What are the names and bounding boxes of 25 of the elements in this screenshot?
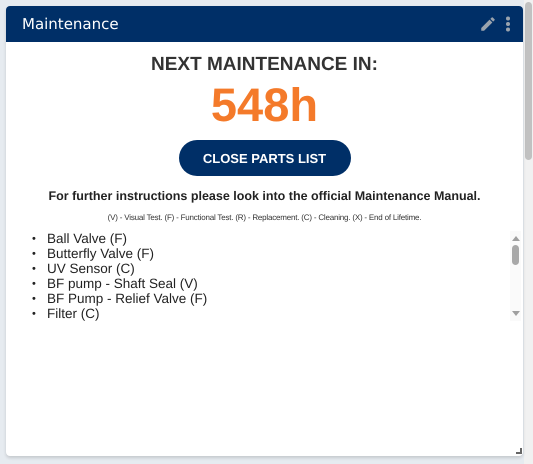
instructions-text: For further instructions please look into the official Maintenance Manual. — [48, 189, 480, 203]
bullet: • — [32, 232, 37, 246]
part-item: BF Pump - Relief Valve (F) — [47, 290, 208, 306]
scroll-thumb[interactable] — [525, 2, 532, 160]
widget-title: Maintenance — [22, 15, 120, 33]
part-item: UV Sensor (C) — [47, 260, 135, 276]
bullet: • — [32, 292, 37, 306]
close-parts-list-button[interactable]: CLOSE PARTS LIST — [178, 140, 350, 176]
legend-text: (V) - Visual Test. (F) - Functional Test. (R) - Replacement. (C) - Cleaning. (X) - End of Lifetime. — [108, 213, 422, 222]
bullet: • — [32, 276, 37, 292]
part-item: Filter (C) — [47, 306, 100, 322]
scroll-down-arrow-icon[interactable] — [512, 311, 520, 317]
maintenance-heading: NEXT MAINTENANCE IN: — [151, 54, 378, 76]
part-item: BF pump - Shaft Seal (V) — [47, 276, 198, 292]
scroll-thumb[interactable] — [512, 245, 519, 265]
part-item: Butterfly Valve (F) — [47, 246, 154, 262]
bullet: • — [32, 306, 37, 322]
list-scrollbar[interactable] — [510, 231, 521, 321]
resize-handle-icon[interactable] — [516, 448, 522, 454]
hours-remaining: 548h — [210, 78, 318, 132]
scroll-up-arrow-icon[interactable] — [512, 235, 520, 241]
page-scrollbar[interactable] — [524, 0, 533, 464]
bullet: • — [32, 262, 37, 276]
part-item: Ball Valve (F) — [47, 230, 128, 246]
bullet: • — [32, 246, 37, 262]
